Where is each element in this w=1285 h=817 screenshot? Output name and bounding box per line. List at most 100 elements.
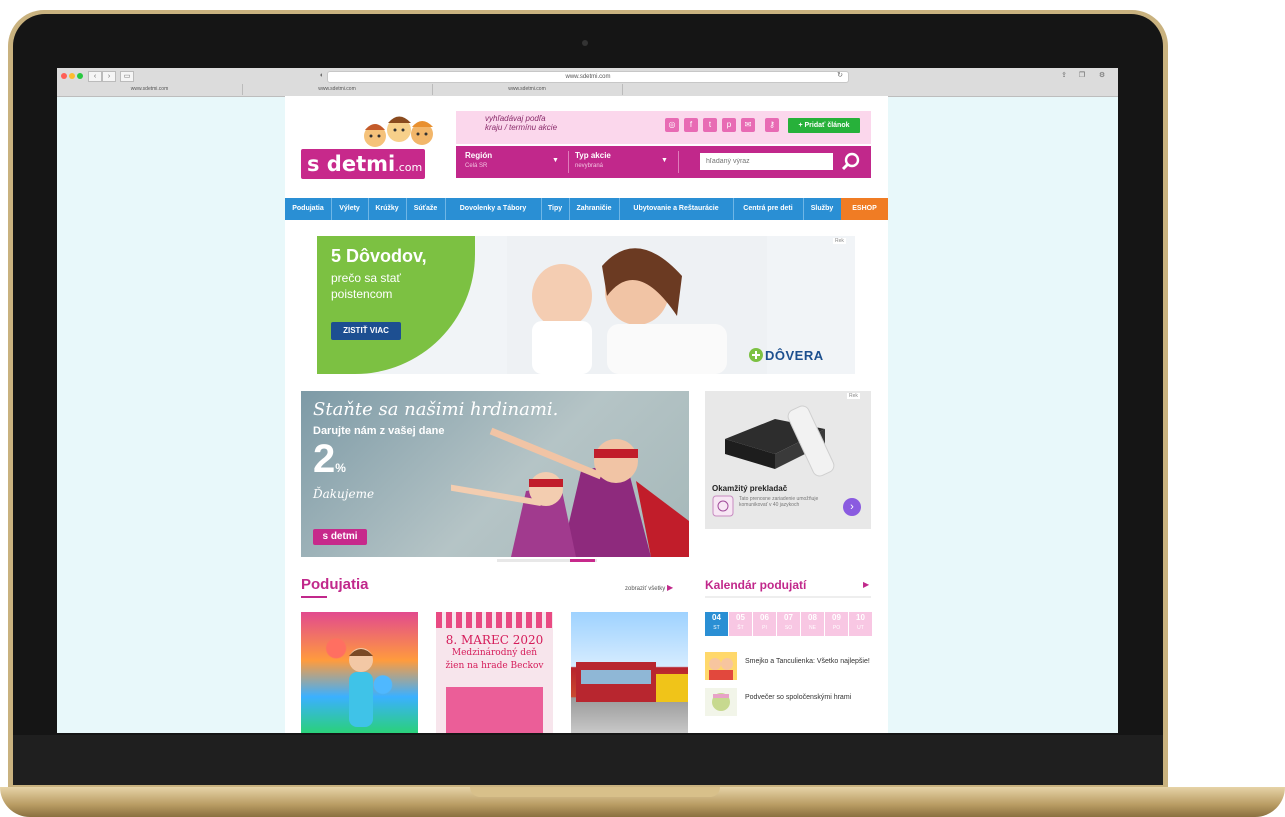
event-card-line: 8. MAREC 2020 (445, 633, 544, 647)
menu-item-podujatia[interactable]: Podujatia (285, 198, 332, 220)
building-photo (576, 662, 688, 702)
calendar-day[interactable]: 09 PO (825, 612, 848, 636)
chevron-right-icon[interactable]: › (843, 498, 861, 516)
calendar-day[interactable]: 06 PI (753, 612, 776, 636)
ad-subtitle-line: prečo sa stať (331, 271, 401, 285)
instagram-icon[interactable]: ◎ (665, 118, 679, 132)
event-card-image[interactable] (571, 612, 688, 733)
slider-indicator[interactable] (570, 559, 595, 562)
shield-icon[interactable]: ◐ (317, 71, 327, 80)
logo-suffix: .com (395, 161, 423, 174)
site-logo[interactable]: s detmi.com (301, 149, 425, 179)
back-button[interactable]: ‹ (88, 71, 102, 82)
forward-button[interactable]: › (102, 71, 116, 82)
ad-banner[interactable]: 5 Dôvodov, prečo sa stať poistencom ZIST… (317, 236, 855, 374)
search-hint-line: vyhľadávaj podľa (485, 114, 546, 123)
menu-item-centra[interactable]: Centrá pre deti (733, 198, 804, 220)
facebook-icon[interactable]: f (684, 118, 698, 132)
chevron-down-icon[interactable]: ▼ (552, 157, 559, 164)
chevron-down-icon[interactable]: ▼ (661, 157, 668, 164)
maximize-window-icon[interactable] (77, 73, 83, 79)
mail-icon[interactable]: ✉ (741, 118, 755, 132)
calendar-day[interactable]: 08 NE (801, 612, 824, 636)
search-input[interactable] (700, 153, 833, 170)
day-of-week: NE (809, 625, 816, 631)
browser-tab[interactable]: www.sdetmi.com (432, 84, 623, 95)
play-arrow-icon[interactable]: ▶ (863, 580, 869, 589)
event-thumbnail[interactable] (705, 652, 737, 680)
calendar-day[interactable]: 05 ŠT (729, 612, 752, 636)
hero-slider[interactable]: Staňte sa našimi hrdinami. Darujte nám z… (301, 391, 689, 557)
close-window-icon[interactable] (61, 73, 67, 79)
day-number: 10 (856, 613, 865, 622)
pinterest-icon[interactable]: p (722, 118, 736, 132)
event-thumbnail[interactable] (705, 688, 737, 716)
region-value[interactable]: Celá SR (465, 163, 487, 169)
day-number: 09 (832, 613, 841, 622)
screen: ‹ › ▭ ◐ www.sdetmi.com ↻ ⇪ ❐ ⚙ www.sdetm… (57, 68, 1118, 733)
menu-item-sutaze[interactable]: Súťaže (406, 198, 446, 220)
calendar-title[interactable]: Kalendár podujatí (705, 578, 806, 592)
minimize-window-icon[interactable] (69, 73, 75, 79)
event-card-line: žien na hrade Beckov (445, 661, 544, 671)
share-icon[interactable]: ⇪ (1059, 71, 1069, 80)
event-type-label[interactable]: Typ akcie (575, 151, 611, 160)
side-ad-title: Okamžitý prekladač (712, 484, 788, 493)
hero-number-value: 2 (313, 437, 336, 481)
browser-tab[interactable]: www.sdetmi.com (242, 84, 433, 95)
laptop-chin (13, 735, 1163, 785)
twitter-icon[interactable]: t (703, 118, 717, 132)
hero-logo: s detmi (313, 529, 367, 545)
laptop-notch (470, 787, 720, 797)
event-card-text: 8. MAREC 2020 Medzinárodný deň žien na h… (436, 634, 553, 673)
calendar-day[interactable]: 04 ST (705, 612, 728, 636)
event-card-image[interactable] (301, 612, 418, 733)
camera-icon (582, 40, 588, 46)
address-bar[interactable]: www.sdetmi.com (327, 71, 849, 83)
menu-item-kruzky[interactable]: Krúžky (368, 198, 407, 220)
dovera-plus-icon (749, 348, 763, 362)
add-article-button[interactable]: + Pridať článok (788, 118, 860, 133)
logo-text: s detmi (307, 152, 396, 176)
tabs-icon[interactable]: ❐ (1077, 71, 1087, 80)
divider (568, 151, 569, 173)
calendar-day[interactable]: 10 UT (849, 612, 872, 636)
menu-item-eshop[interactable]: ESHOP (841, 198, 888, 220)
ad-title: 5 Dôvodov, (331, 246, 427, 266)
ad-cta-button[interactable]: ZISTIŤ VIAC (331, 322, 401, 340)
menu-item-zahranicie[interactable]: Zahraničie (569, 198, 620, 220)
side-ad[interactable]: Okamžitý prekladač Tato prenosne zariade… (705, 391, 871, 529)
menu-item-tipy[interactable]: Tipy (541, 198, 570, 220)
play-arrow-icon: ▶ (666, 583, 674, 592)
day-of-week: ŠT (737, 625, 744, 631)
settings-icon[interactable]: ⚙ (1097, 71, 1107, 80)
event-type-value[interactable]: nevybraná (575, 163, 603, 169)
show-all-link[interactable]: zobraziť všetky ▶ (625, 583, 673, 592)
translate-icon (712, 495, 734, 517)
calendar-event[interactable]: Smejko a Tanculienka: Všetko najlepšie! (745, 657, 870, 666)
region-label[interactable]: Región (465, 151, 492, 160)
menu-item-sluzby[interactable]: Služby (803, 198, 842, 220)
kids-heroes-photo (451, 427, 689, 557)
calendar-event[interactable]: Podvečer so spoločenskými hrami (745, 693, 870, 702)
ad-mark[interactable]: Rek (833, 238, 846, 244)
translator-device-photo (725, 405, 835, 477)
key-icon[interactable]: ⚷ (765, 118, 779, 132)
events-section-title[interactable]: Podujatia (301, 576, 369, 593)
calendar-divider (705, 596, 871, 598)
calendar-day[interactable]: 07 SO (777, 612, 800, 636)
browser-tab[interactable]: www.sdetmi.com (57, 84, 243, 95)
ad-mark[interactable]: Rek (847, 393, 860, 399)
day-number: 04 (712, 613, 721, 622)
menu-item-ubytovanie[interactable]: Ubytovanie a Reštaurácie (619, 198, 734, 220)
day-of-week: PI (762, 625, 767, 631)
ad-brand: DÔVERA (765, 348, 824, 363)
menu-item-vylety[interactable]: Výlety (331, 198, 369, 220)
search-hint: vyhľadávaj podľa kraju / termínu akcie (485, 114, 557, 132)
reload-icon[interactable]: ↻ (835, 71, 845, 80)
menu-item-dovolenky[interactable]: Dovolenky a Tábory (445, 198, 542, 220)
day-of-week: ST (713, 625, 720, 631)
event-card-image[interactable]: 8. MAREC 2020 Medzinárodný deň žien na h… (436, 612, 553, 733)
sidebar-toggle-icon[interactable]: ▭ (120, 71, 134, 82)
search-icon[interactable] (841, 152, 861, 172)
